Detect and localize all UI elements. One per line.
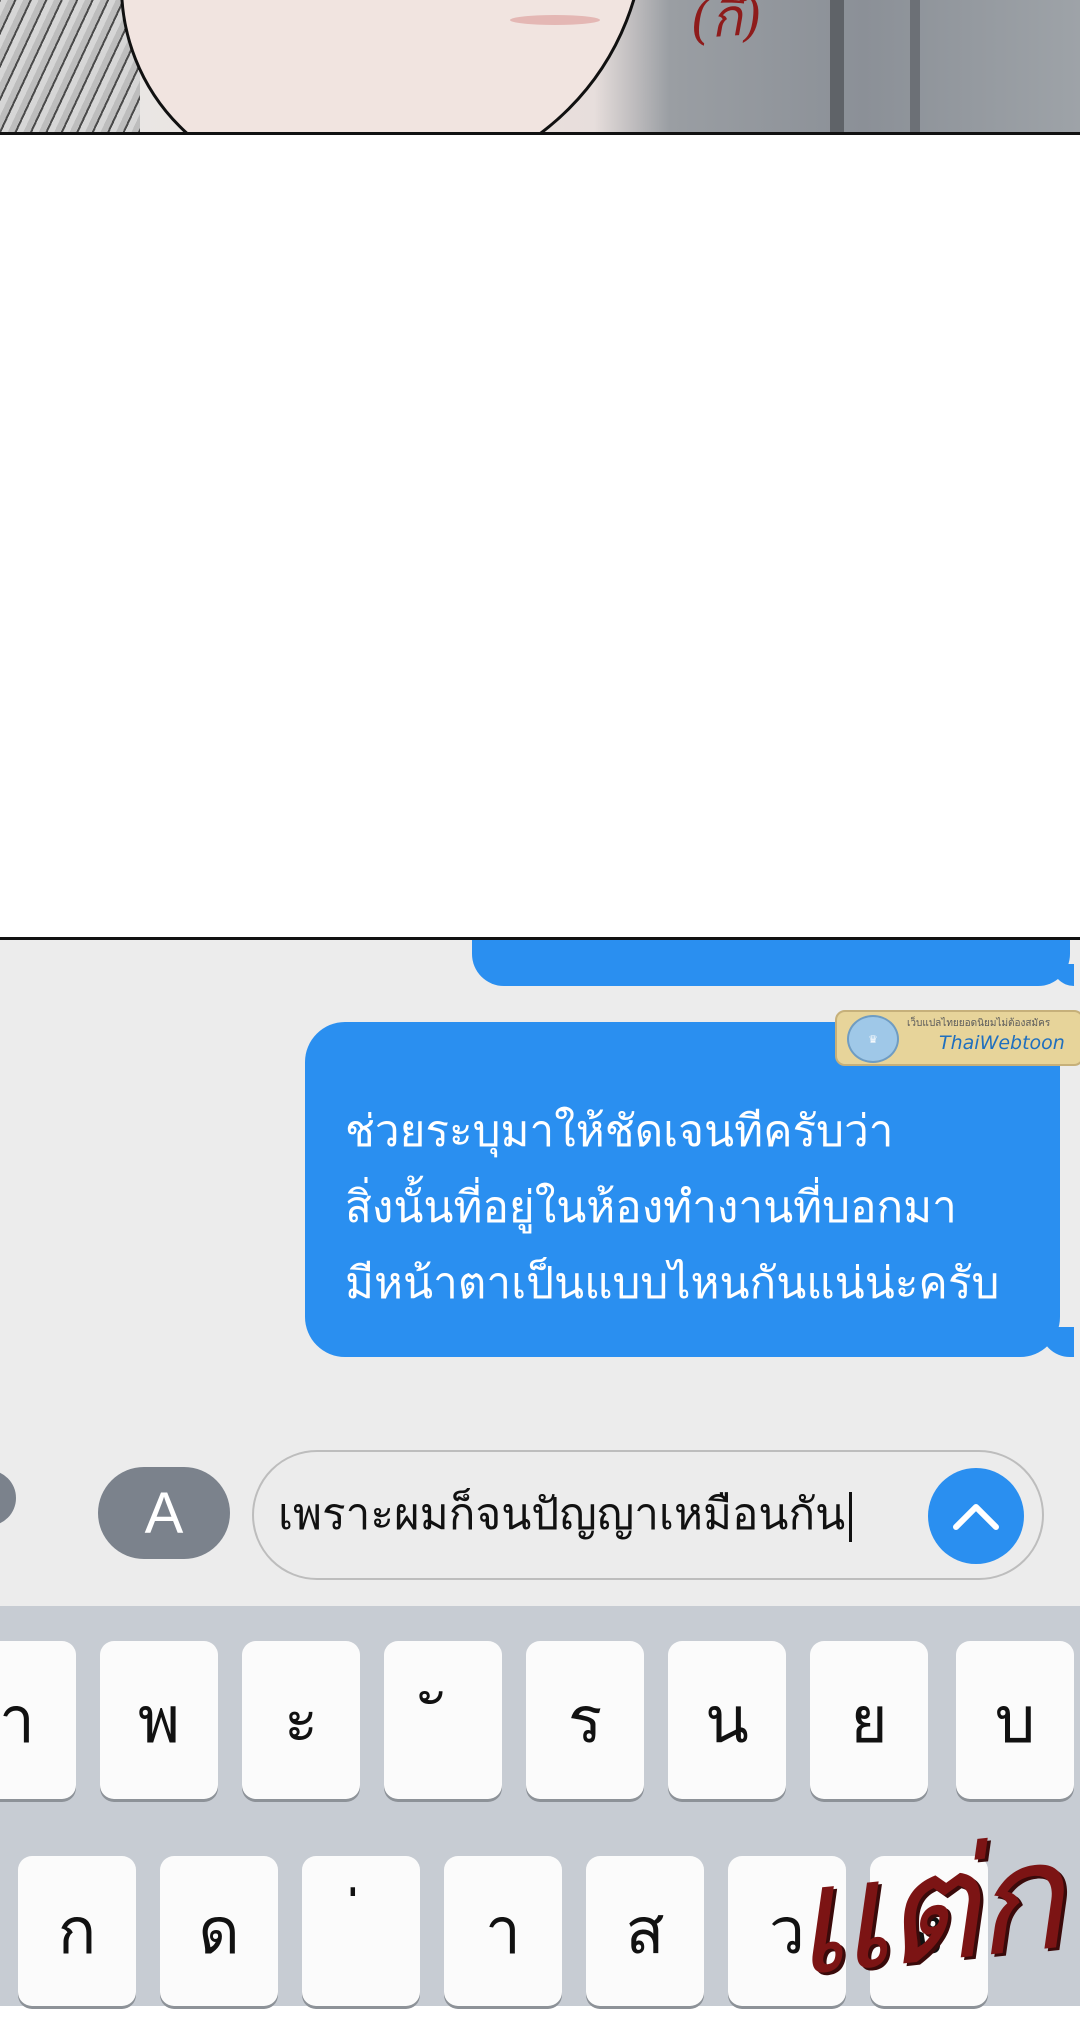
watermark-logo-icon: ♛ [847, 1015, 899, 1063]
key[interactable]: ด [160, 1856, 278, 2006]
key[interactable]: ร [526, 1641, 644, 1799]
key[interactable]: า [444, 1856, 562, 2006]
key[interactable]: น [668, 1641, 786, 1799]
background-pillar [910, 0, 920, 132]
text-caret [849, 1492, 853, 1542]
bubble-tail [1052, 964, 1074, 986]
mouth-illustration [510, 15, 600, 25]
sound-effect-text: (กึ) [688, 0, 765, 52]
message-input-text: เพราะผมก็จนปัญญาเหมือนกัน [278, 1452, 853, 1578]
key[interactable]: พ [100, 1641, 218, 1799]
send-button[interactable] [928, 1468, 1024, 1564]
chevron-up-icon [953, 1504, 999, 1530]
sent-message-bubble[interactable]: ช่วยระบุมาให้ชัดเจนทีครับว่า สิ่งนั้นที่… [305, 1022, 1074, 1357]
thaiwebtoon-watermark: ♛ เว็บแปลไทยยอดนิยมไม่ต้องสมัคร ThaiWebt… [835, 1010, 1080, 1066]
key[interactable]: ั [384, 1641, 502, 1799]
key[interactable]: ะ [242, 1641, 360, 1799]
input-value: เพราะผมก็จนปัญญาเหมือนกัน [278, 1489, 846, 1540]
key[interactable]: ย [810, 1641, 928, 1799]
comic-panel-top: (กึ) [0, 0, 1080, 135]
camera-button[interactable] [0, 1470, 16, 1526]
key[interactable]: ส [586, 1856, 704, 2006]
message-input[interactable]: เพราะผมก็จนปัญญาเหมือนกัน [252, 1450, 1044, 1580]
message-line: ช่วยระบุมาให้ชัดเจนทีครับว่า [345, 1106, 894, 1157]
previous-message-bubble [472, 940, 1074, 986]
key[interactable]: ก [18, 1856, 136, 2006]
key[interactable]: ำ [0, 1641, 76, 1799]
key[interactable]: ่ [302, 1856, 420, 2006]
app-store-button[interactable]: A [98, 1467, 230, 1559]
bubble-tail [1040, 1327, 1074, 1357]
message-line: มีหน้าตาเป็นแบบไหนกันแน่น่ะครับ [345, 1258, 1000, 1309]
background-pillar [830, 0, 844, 132]
message-line: สิ่งนั้นที่อยู่ในห้องทำงานที่บอกมา [345, 1182, 957, 1233]
watermark-name: ThaiWebtoon [939, 1032, 1065, 1054]
hair-illustration [0, 0, 140, 132]
watermark-tagline: เว็บแปลไทยยอดนิยมไม่ต้องสมัคร [907, 1018, 1051, 1029]
key[interactable]: บ [956, 1641, 1074, 1799]
sound-effect-text: แต่ก [781, 1809, 1066, 2011]
